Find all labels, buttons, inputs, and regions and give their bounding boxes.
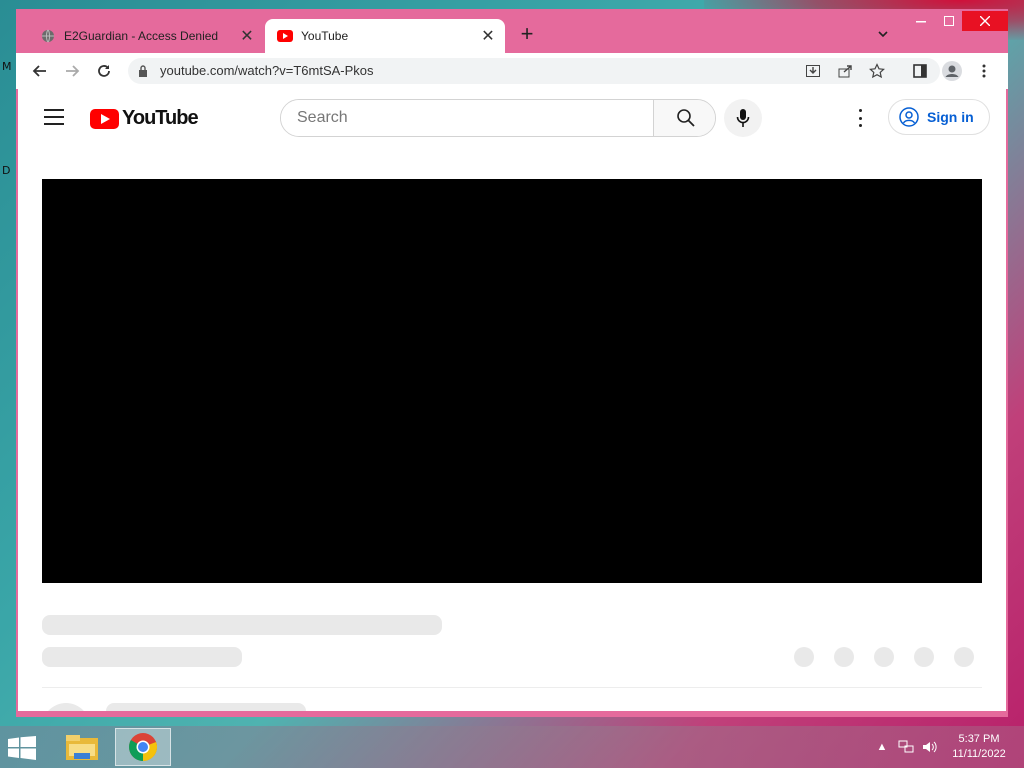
tab-e2guardian[interactable]: E2Guardian - Access Denied ✕ xyxy=(28,19,264,53)
settings-more-button[interactable] xyxy=(850,107,870,129)
hamburger-menu-icon[interactable] xyxy=(44,109,64,125)
desktop-icon-label-m: M xyxy=(2,60,12,73)
close-tab-icon[interactable]: ✕ xyxy=(238,27,256,45)
bookmark-star-icon[interactable] xyxy=(868,62,886,80)
action-placeholder xyxy=(954,647,974,667)
meta-placeholder xyxy=(42,647,242,667)
search-input[interactable] xyxy=(281,100,653,136)
youtube-play-logo-icon xyxy=(90,108,119,129)
youtube-page: YouTube Sign in xyxy=(18,89,1006,711)
windows-start-icon[interactable] xyxy=(8,736,36,760)
network-icon[interactable] xyxy=(898,739,914,755)
file-explorer-icon[interactable] xyxy=(54,728,110,766)
volume-icon[interactable] xyxy=(922,739,938,755)
title-placeholder xyxy=(42,615,442,635)
content-divider xyxy=(42,687,982,688)
share-icon[interactable] xyxy=(836,62,854,80)
back-arrow-icon[interactable] xyxy=(30,61,50,81)
channel-avatar-placeholder xyxy=(42,703,90,711)
browser-menu-icon[interactable] xyxy=(974,61,994,81)
install-app-icon[interactable] xyxy=(804,62,822,80)
url-text: youtube.com/watch?v=T6mtSA-Pkos xyxy=(160,63,374,78)
search-box xyxy=(280,99,716,137)
reload-icon[interactable] xyxy=(94,61,114,81)
action-placeholder xyxy=(874,647,894,667)
channel-name-placeholder xyxy=(106,703,306,711)
youtube-header: YouTube Sign in xyxy=(18,89,1006,145)
sign-in-button[interactable]: Sign in xyxy=(888,99,990,135)
close-window-button[interactable] xyxy=(962,11,1008,31)
tab-youtube[interactable]: YouTube ✕ xyxy=(265,19,505,53)
tab-title: YouTube xyxy=(301,29,349,43)
action-placeholder xyxy=(794,647,814,667)
account-circle-icon xyxy=(899,107,919,127)
sign-in-label: Sign in xyxy=(927,109,974,125)
lock-icon xyxy=(138,64,148,82)
youtube-icon xyxy=(277,28,293,44)
side-panel-icon[interactable] xyxy=(910,61,930,81)
system-clock[interactable]: 5:37 PM 11/11/2022 xyxy=(944,732,1014,762)
tab-search-chevron-icon[interactable] xyxy=(876,27,894,45)
profile-avatar-icon[interactable] xyxy=(942,61,962,81)
search-button[interactable] xyxy=(653,100,715,136)
tab-title: E2Guardian - Access Denied xyxy=(64,29,219,43)
close-tab-icon[interactable]: ✕ xyxy=(479,27,497,45)
clock-date: 11/11/2022 xyxy=(952,748,1006,760)
address-bar[interactable]: youtube.com/watch?v=T6mtSA-Pkos xyxy=(128,58,940,84)
show-hidden-icons-chevron-icon[interactable]: ▲ xyxy=(874,739,890,755)
voice-search-button[interactable] xyxy=(724,99,762,137)
youtube-logo[interactable]: YouTube xyxy=(90,107,199,130)
search-icon xyxy=(676,109,695,127)
globe-icon xyxy=(40,28,56,44)
action-placeholder xyxy=(914,647,934,667)
video-player[interactable] xyxy=(42,179,982,583)
taskbar: ▲ 5:37 PM 11/11/2022 xyxy=(0,726,1024,768)
browser-toolbar: youtube.com/watch?v=T6mtSA-Pkos xyxy=(16,53,1008,89)
desktop-icon-label-d: D xyxy=(2,164,11,177)
action-placeholder xyxy=(834,647,854,667)
maximize-button[interactable] xyxy=(934,11,964,31)
clock-time: 5:37 PM xyxy=(958,733,1000,745)
browser-titlebar: E2Guardian - Access Denied ✕ YouTube ✕ + xyxy=(16,9,1008,53)
youtube-logo-text: YouTube xyxy=(122,107,199,129)
chrome-icon[interactable] xyxy=(115,728,171,766)
minimize-button[interactable] xyxy=(906,11,936,31)
new-tab-button[interactable]: + xyxy=(516,23,538,46)
browser-window: E2Guardian - Access Denied ✕ YouTube ✕ + xyxy=(16,9,1008,717)
microphone-icon xyxy=(736,109,750,127)
forward-arrow-icon[interactable] xyxy=(62,61,82,81)
